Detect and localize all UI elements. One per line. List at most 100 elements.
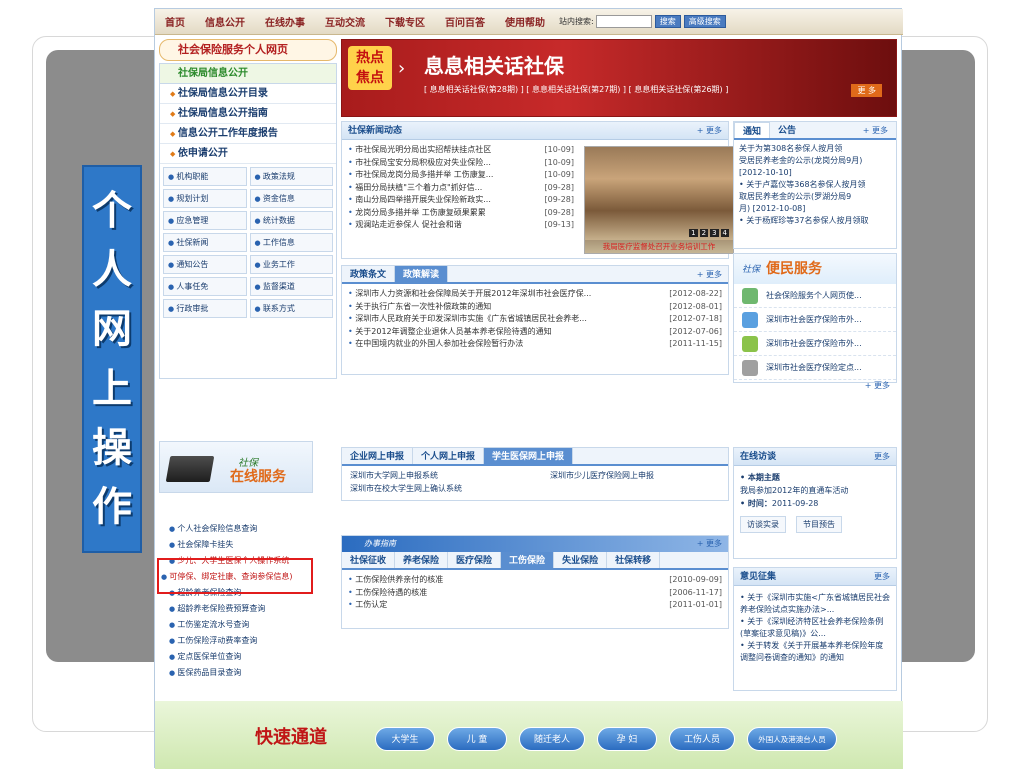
policy-item-title[interactable]: 在中国境内就业的外国人参加社会保险暂行办法 xyxy=(348,338,523,351)
policy-item-title[interactable]: 深圳市人力资源和社会保障局关于开展2012年深圳市社会医疗保... xyxy=(348,288,591,301)
quick-pill-pregnant[interactable]: 孕 妇 xyxy=(597,727,657,751)
opinion-item[interactable]: • 关于转发《关于开展基本养老保险年度调整问卷调查的通知》的通知 xyxy=(740,640,890,664)
service-item[interactable]: 深圳市社会医疗保险市外... xyxy=(734,332,896,356)
quick-pill-injured[interactable]: 工伤人员 xyxy=(669,727,735,751)
tab-guide[interactable]: 医疗保险 xyxy=(448,552,502,568)
opinion-item[interactable]: • 关于《深圳经济特区社会养老保险条例(草案征求意见稿)》公... xyxy=(740,616,890,640)
advanced-search-button[interactable]: 高级搜索 xyxy=(683,15,726,28)
hot-topic-banner[interactable]: 热点 焦点 › 息息相关话社保 [ 息息相关话社保(第28期) ] [ 息息相关… xyxy=(341,39,897,117)
tab-enterprise-declare[interactable]: 企业网上申报 xyxy=(342,448,414,464)
quick-pill-children[interactable]: 儿 童 xyxy=(447,727,507,751)
notice-line[interactable]: 受居民养老金的公示(龙岗分局9月) xyxy=(739,155,891,167)
search-input[interactable] xyxy=(595,15,652,28)
news-item[interactable]: 福田分局扶植"三个着力点"抓好信... [09-28] xyxy=(348,182,574,195)
declare-link[interactable]: 深圳市在校大学生网上确认系统 xyxy=(350,482,550,495)
news-item[interactable]: 市社保局宝安分局积极应对失业保险... [10-09] xyxy=(348,157,574,170)
nav-download[interactable]: 下载专区 xyxy=(385,14,425,29)
tab-student-declare[interactable]: 学生医保网上申报 xyxy=(484,448,574,464)
category-button[interactable]: 统计数据 xyxy=(249,211,333,230)
declare-link[interactable]: 深圳市大学网上申报系统 xyxy=(350,469,550,482)
notice-line[interactable]: 取居民养老金的公示(罗湖分局9 xyxy=(739,191,891,203)
photo-page-button[interactable]: 2 xyxy=(699,229,709,237)
policy-item-title[interactable]: 关于2012年调整企业退休人员基本养老保险待遇的通知 xyxy=(348,326,551,339)
tab-policy-reading[interactable]: 政策解读 xyxy=(395,266,449,282)
category-button[interactable]: 资金信息 xyxy=(249,189,333,208)
guide-item-title[interactable]: 工伤保险供养亲付的核准 xyxy=(348,574,443,587)
nav-faq[interactable]: 百问百答 xyxy=(445,14,485,29)
declare-link[interactable]: 深圳市少儿医疗保险网上申报 xyxy=(550,469,654,482)
online-item[interactable]: 社会保障卡挂失 xyxy=(159,537,321,553)
info-catalog-link[interactable]: 社保局信息公开目录 xyxy=(160,84,336,104)
policy-item-title[interactable]: 深圳市人民政府关于印发深圳市实施《广东省城镇居民社会养老... xyxy=(348,313,587,326)
guide-item[interactable]: 工伤保险待遇的核准 [2006-11-17] xyxy=(348,587,722,600)
online-item[interactable]: 医保药品目录查询 xyxy=(159,665,321,681)
personal-portal-title[interactable]: 社会保险服务个人网页 xyxy=(159,39,337,61)
category-button[interactable]: 工作信息 xyxy=(249,233,333,252)
news-item[interactable]: 龙岗分局多措并举 工伤康复硕果累累 [09-28] xyxy=(348,207,574,220)
guide-item-title[interactable]: 工伤保险待遇的核准 xyxy=(348,587,427,600)
photo-page-button[interactable]: 4 xyxy=(720,229,729,237)
guide-more-link[interactable]: + 更多 xyxy=(697,538,722,549)
annual-report-link[interactable]: 信息公开工作年度报告 xyxy=(160,124,336,144)
info-guide-link[interactable]: 社保局信息公开指南 xyxy=(160,104,336,124)
tab-guide-active[interactable]: 工伤保险 xyxy=(501,552,555,568)
news-item-title[interactable]: 南山分局四举措开展失业保险新政实... xyxy=(348,194,491,207)
online-item[interactable]: 工伤鉴定流水号查询 xyxy=(159,617,321,633)
hot-more-button[interactable]: 更 多 xyxy=(851,84,882,97)
tab-guide[interactable]: 社保转移 xyxy=(607,552,661,568)
photo-page-button[interactable]: 3 xyxy=(710,229,719,237)
news-item-title[interactable]: 市社保局龙岗分局多措并举 工伤康复... xyxy=(348,169,493,182)
nav-interaction[interactable]: 互动交流 xyxy=(325,14,365,29)
news-item[interactable]: 南山分局四举措开展失业保险新政实... [09-28] xyxy=(348,194,574,207)
policy-item[interactable]: 关于执行广东省一次性补偿政策的通知 [2012-08-01] xyxy=(348,301,722,314)
category-button[interactable]: 人事任免 xyxy=(163,277,247,296)
news-more-link[interactable]: + 更多 xyxy=(697,122,722,140)
category-button[interactable]: 联系方式 xyxy=(249,299,333,318)
online-item[interactable]: 超龄养老保险费预算查询 xyxy=(159,601,321,617)
photo-page-button[interactable]: 1 xyxy=(689,229,698,237)
search-button[interactable]: 搜索 xyxy=(654,15,681,28)
tab-policy-text[interactable]: 政策条文 xyxy=(342,266,396,282)
category-button[interactable]: 通知公告 xyxy=(163,255,247,274)
apply-open-link[interactable]: 依申请公开 xyxy=(160,144,336,164)
opinion-item[interactable]: • 关于《深圳市实施<广东省城镇居民社会养老保险试点实施办法>... xyxy=(740,592,890,616)
tab-notice[interactable]: 通知 xyxy=(734,122,771,138)
nav-info-open[interactable]: 信息公开 xyxy=(205,14,245,29)
news-item-title[interactable]: 龙岗分局多措并举 工伤康复硕果累累 xyxy=(348,207,486,220)
online-item[interactable]: 定点医保单位查询 xyxy=(159,649,321,665)
service-item[interactable]: 深圳市社会医疗保险市外... xyxy=(734,308,896,332)
tab-personal-declare[interactable]: 个人网上申报 xyxy=(413,448,485,464)
guide-item[interactable]: 工伤认定 [2011-01-01] xyxy=(348,599,722,612)
policy-item[interactable]: 深圳市人民政府关于印发深圳市实施《广东省城镇居民社会养老... [2012-07-… xyxy=(348,313,722,326)
quick-pill-foreign[interactable]: 外国人及港澳台人员 xyxy=(747,727,837,751)
notice-more-link[interactable]: + 更多 xyxy=(855,122,896,138)
category-button[interactable]: 社保新闻 xyxy=(163,233,247,252)
quick-pill-elderly[interactable]: 随迁老人 xyxy=(519,727,585,751)
guide-item-title[interactable]: 工伤认定 xyxy=(348,599,387,612)
policy-item[interactable]: 深圳市人力资源和社会保障局关于开展2012年深圳市社会医疗保... [2012-0… xyxy=(348,288,722,301)
notice-line[interactable]: • 关于卢嘉仪等368名参保人按月领 xyxy=(739,179,891,191)
online-item[interactable]: 个人社会保险信息查询 xyxy=(159,521,321,537)
service-item[interactable]: 深圳市社会医疗保险定点... xyxy=(734,356,896,380)
opinion-more-link[interactable]: 更多 xyxy=(874,568,890,586)
news-item-title[interactable]: 观澜站走近参保人 促社会和谐 xyxy=(348,219,462,232)
service-more-link[interactable]: + 更多 xyxy=(734,380,896,392)
category-button[interactable]: 规划计划 xyxy=(163,189,247,208)
news-item[interactable]: 市社保局光明分局出实招帮扶挂点社区 [10-09] xyxy=(348,144,574,157)
category-button[interactable]: 业务工作 xyxy=(249,255,333,274)
notice-line[interactable]: 关于为第308名参保人按月领 xyxy=(739,143,891,155)
preview-button[interactable]: 节目预告 xyxy=(796,516,842,533)
interview-topic[interactable]: 我局参加2012年的直通车活动 xyxy=(740,484,890,497)
news-item-title[interactable]: 市社保局光明分局出实招帮扶挂点社区 xyxy=(348,144,491,157)
news-photo[interactable]: 1 2 3 4 我局医疗监督处召开业务培训工作 xyxy=(584,146,734,254)
notice-line[interactable]: • 关于杨辉珍等37名参保人按月领取 xyxy=(739,215,891,227)
news-item-title[interactable]: 福田分局扶植"三个着力点"抓好信... xyxy=(348,182,482,195)
online-item[interactable]: 工伤保险浮动费率查询 xyxy=(159,633,321,649)
policy-item[interactable]: 在中国境内就业的外国人参加社会保险暂行办法 [2011-11-15] xyxy=(348,338,722,351)
category-button[interactable]: 机构职能 xyxy=(163,167,247,186)
nav-home[interactable]: 首页 xyxy=(165,14,185,29)
nav-online-service[interactable]: 在线办事 xyxy=(265,14,305,29)
hot-topic-issues[interactable]: [ 息息相关话社保(第28期) ] [ 息息相关话社保(第27期) ] [ 息息… xyxy=(424,84,728,95)
tab-guide[interactable]: 失业保险 xyxy=(554,552,608,568)
tab-guide[interactable]: 养老保险 xyxy=(395,552,449,568)
